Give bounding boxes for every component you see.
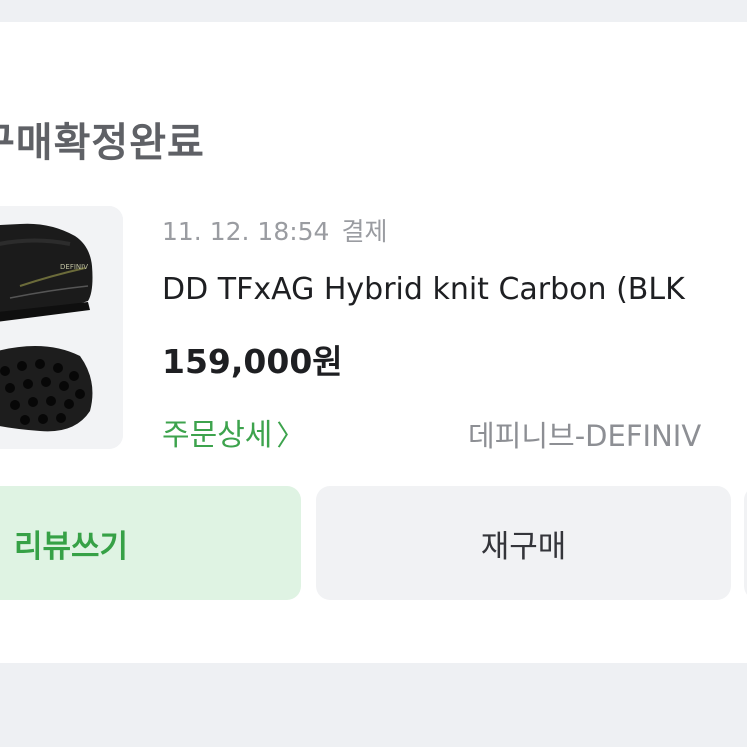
order-date: 11. 12. 18:54 bbox=[162, 217, 330, 246]
chevron-right-icon: 〉 bbox=[276, 419, 305, 452]
product-thumbnail[interactable]: DEFINIV bbox=[0, 206, 123, 449]
shoe-brand-print: DEFINIV bbox=[60, 263, 88, 271]
product-name[interactable]: DD TFxAG Hybrid knit Carbon (BLK bbox=[162, 272, 685, 307]
shoe-image: DEFINIV bbox=[0, 206, 123, 449]
payment-status: 결제 bbox=[341, 217, 388, 246]
order-detail-label: 주문상세 bbox=[162, 418, 273, 453]
order-status-title: 구매확정완료 bbox=[0, 120, 205, 166]
order-meta: 11. 12. 18:54 결제 bbox=[162, 212, 387, 248]
write-review-button[interactable]: 리뷰쓰기 bbox=[0, 486, 301, 600]
rebuy-button[interactable]: 재구매 bbox=[316, 486, 731, 600]
product-price: 159,000원 bbox=[162, 342, 343, 381]
seller-name[interactable]: 데피니브-DEFINIV bbox=[468, 413, 701, 455]
order-detail-link[interactable]: 주문상세 〉 bbox=[162, 410, 304, 454]
